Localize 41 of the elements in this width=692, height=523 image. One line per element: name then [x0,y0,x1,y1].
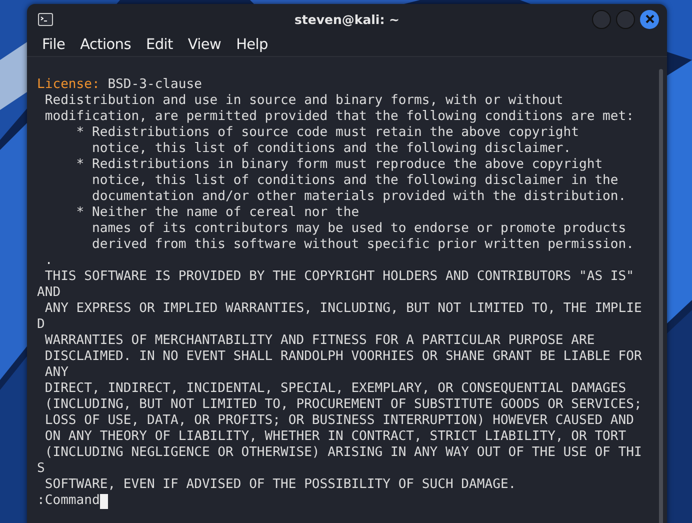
menu-item[interactable]: Help [230,34,274,56]
terminal-line: names of its contributors may be used to endorse or promote products [90,221,626,237]
terminal-line: Redistribution and use in source and binary forms, with or without [44,93,564,109]
window-title: steven@kali: ~ [294,12,400,26]
terminal-line: LOSS OF USE, DATA, OR PROFITS; OR BUSINESS INTERRUPTION) HOWEVER CAUSED AND [44,413,634,429]
terminal-line: ON ANY THEORY OF LIABILITY, WHETHER IN CONTRACT, STRICT LIABILITY, OR TORT [44,429,626,445]
terminal-icon [38,12,53,26]
terminal-line: S [37,461,45,477]
menu-item[interactable]: Actions [74,34,137,56]
terminal-line: (INCLUDING NEGLIGENCE OR OTHERWISE) ARISING IN ANY WAY OUT OF THE USE OF THI [44,445,642,461]
terminal-line: D [37,317,45,333]
terminal-line: WARRANTIES OF MERCHANTABILITY AND FITNESS FOR A PARTICULAR PURPOSE ARE [44,333,595,349]
maximize-button[interactable] [616,10,635,28]
terminal-line: SOFTWARE, EVEN IF ADVISED OF THE POSSIBILITY OF SUCH DAMAGE. [44,477,516,493]
close-button[interactable] [640,10,659,28]
close-icon [644,14,654,24]
terminal-line: notice, this list of conditions and the following disclaimer. [90,141,572,157]
terminal-line: * Redistributions of source code must retain the above copyright [75,125,579,141]
terminal-line: ANY EXPRESS OR IMPLIED WARRANTIES, INCLUDING, BUT NOT LIMITED TO, THE IMPLIE [44,301,642,317]
terminal-line: * Neither the name of cereal nor the [75,205,360,221]
terminal-line: documentation and/or other materials provided with the distribution. [90,189,626,205]
terminal-line: modification, are permitted provided that the following conditions are met: [44,109,634,125]
minimize-button[interactable] [592,10,611,28]
terminal-line: notice, this list of conditions and the following disclaimer in the [90,173,618,189]
field-value: BSD-3-clause [108,77,202,92]
terminal-line: DIRECT, INDIRECT, INCIDENTAL, SPECIAL, EXEMPLARY, OR CONSEQUENTIAL DAMAGES [44,381,626,397]
terminal-line: DISCLAIMED. IN NO EVENT SHALL RANDOLPH VOORHIES OR SHANE GRANT BE LIABLE FOR [44,349,642,365]
field-label: License: [37,77,100,92]
menu-item[interactable]: File [36,34,72,56]
terminal-line: THIS SOFTWARE IS PROVIDED BY THE COPYRIGHT HOLDERS AND CONTRIBUTORS "AS IS" [44,269,634,285]
terminal-line: derived from this software without specific prior written permission. [90,237,634,253]
menu-item[interactable]: Edit [140,34,179,56]
command-prompt: :Command [37,493,100,509]
menu-item[interactable]: View [182,34,228,56]
terminal-line: (INCLUDING, BUT NOT LIMITED TO, PROCUREMENT OF SUBSTITUTE GOODS OR SERVICES; [44,397,642,413]
terminal-line: * Redistributions in binary form must reproduce the above copyright [75,157,603,173]
terminal-line: AND [37,285,61,301]
text-cursor [100,494,108,508]
terminal-line: ANY [44,365,68,381]
terminal-line: . [44,253,53,269]
scrollbar-thumb[interactable] [659,69,663,523]
